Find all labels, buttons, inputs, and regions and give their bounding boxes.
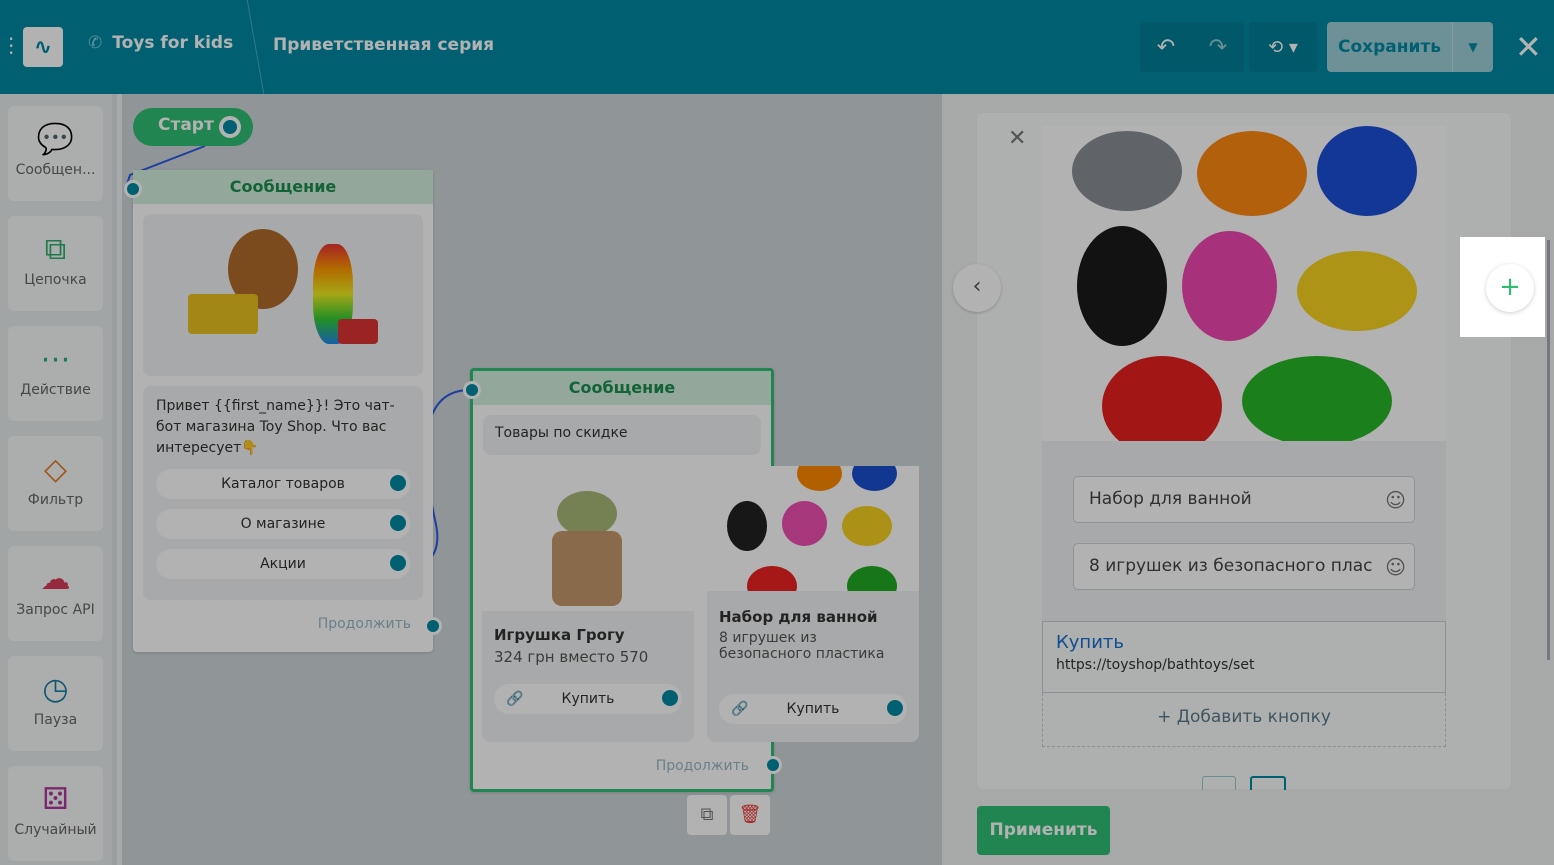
card-fields	[1042, 441, 1446, 621]
copy-icon[interactable]: ⧉	[687, 795, 727, 835]
card-buy-button[interactable]: 🔗 Купить	[494, 684, 682, 714]
emoji-icon[interactable]: ☺	[1385, 555, 1406, 579]
chevron-left-icon: ‹	[972, 274, 982, 299]
button-port[interactable]	[390, 555, 406, 571]
button-label: Купить	[561, 691, 615, 707]
node-title: Сообщение	[473, 371, 771, 405]
continue-port[interactable]	[424, 617, 442, 635]
quick-reply-button[interactable]: Каталог товаров	[156, 469, 410, 499]
start-port[interactable]	[219, 116, 241, 138]
close-icon[interactable]: ✕	[1515, 28, 1542, 66]
node-text: Товары по скидке	[483, 415, 761, 455]
link-icon: 🔗	[731, 701, 749, 717]
add-card-button[interactable]: +	[1486, 264, 1534, 312]
button-label: Купить	[786, 701, 840, 717]
node-title: Сообщение	[133, 170, 433, 204]
undo-redo-group: ↶ ↷	[1140, 22, 1244, 72]
gallery-card-grogu: Игрушка Грогу 324 грн вместо 570 🔗 Купить	[482, 486, 694, 742]
start-node[interactable]: Старт	[133, 108, 253, 146]
trash-icon[interactable]: 🗑	[730, 795, 770, 835]
card-title: Игрушка Грогу	[494, 626, 625, 644]
start-label: Старт	[158, 115, 214, 135]
apply-button[interactable]: Применить	[977, 806, 1110, 855]
button-label: О магазине	[240, 516, 326, 532]
continue-label: Продолжить	[317, 616, 411, 632]
card-title: Набор для ванной	[719, 608, 878, 626]
button-url: https://toyshop/bathtoys/set	[1056, 657, 1255, 673]
card-subtitle: 8 игрушек из безопасного пластика	[719, 630, 885, 662]
button-port[interactable]	[390, 515, 406, 531]
continue-label: Продолжить	[655, 758, 749, 774]
continue-port[interactable]	[764, 756, 782, 774]
layout-option-icon[interactable]	[1250, 776, 1286, 790]
plus-icon: +	[1499, 272, 1521, 302]
prev-card-button[interactable]: ‹	[953, 264, 1001, 312]
button-label: Купить	[1056, 632, 1124, 653]
quick-reply-button[interactable]: О магазине	[156, 509, 410, 539]
button-port[interactable]	[390, 475, 406, 491]
quick-reply-button[interactable]: Акции	[156, 549, 410, 579]
button-label: Акции	[260, 556, 306, 572]
grogu-image	[482, 486, 694, 611]
remove-card-icon[interactable]: ✕	[1008, 126, 1026, 151]
card-subtitle-input[interactable]: 8 игрушек из безопасного плас ☺	[1073, 543, 1415, 590]
node-text: Привет {{first_name}}! Это чат-бот магаз…	[156, 398, 395, 456]
save-button[interactable]: Сохранить	[1327, 22, 1453, 72]
input-value: 8 игрушек из безопасного плас	[1089, 556, 1373, 576]
link-icon: 🔗	[506, 691, 524, 707]
layout-option-icon[interactable]	[1202, 776, 1236, 790]
save-dropdown-icon[interactable]: ▼	[1453, 22, 1493, 72]
button-port[interactable]	[662, 690, 678, 706]
card-subtitle: 324 грн вместо 570	[494, 648, 649, 666]
node-text-block: Привет {{first_name}}! Это чат-бот магаз…	[143, 386, 423, 600]
message-node-1[interactable]: Сообщение Привет {{first_name}}! Это чат…	[124, 170, 442, 652]
add-button[interactable]: + Добавить кнопку	[1042, 693, 1446, 747]
undo-icon[interactable]: ↶	[1157, 35, 1175, 60]
emoji-icon[interactable]: ☺	[1385, 488, 1406, 512]
save-button-group: Сохранить ▼	[1327, 22, 1493, 72]
redo-icon[interactable]: ↷	[1209, 35, 1227, 60]
card-image[interactable]	[1042, 126, 1446, 441]
input-port[interactable]	[124, 180, 142, 198]
bathtoys-image	[707, 466, 919, 591]
card-title-input[interactable]: Набор для ванной ☺	[1073, 476, 1415, 523]
gallery-card-bathtoys: Набор для ванной 8 игрушек из безопасног…	[707, 466, 919, 742]
input-value: Набор для ванной	[1089, 489, 1252, 509]
scrollbar[interactable]	[1547, 240, 1550, 660]
button-label: Каталог товаров	[221, 476, 345, 492]
card-button-item[interactable]: Купить https://toyshop/bathtoys/set	[1042, 621, 1446, 693]
history-icon: ⟲ ▾	[1268, 36, 1298, 58]
button-port[interactable]	[887, 700, 903, 716]
input-port[interactable]	[463, 381, 481, 399]
card-buy-button[interactable]: 🔗 Купить	[719, 694, 907, 724]
node-image-toys	[143, 214, 423, 376]
history-button[interactable]: ⟲ ▾	[1249, 22, 1317, 72]
